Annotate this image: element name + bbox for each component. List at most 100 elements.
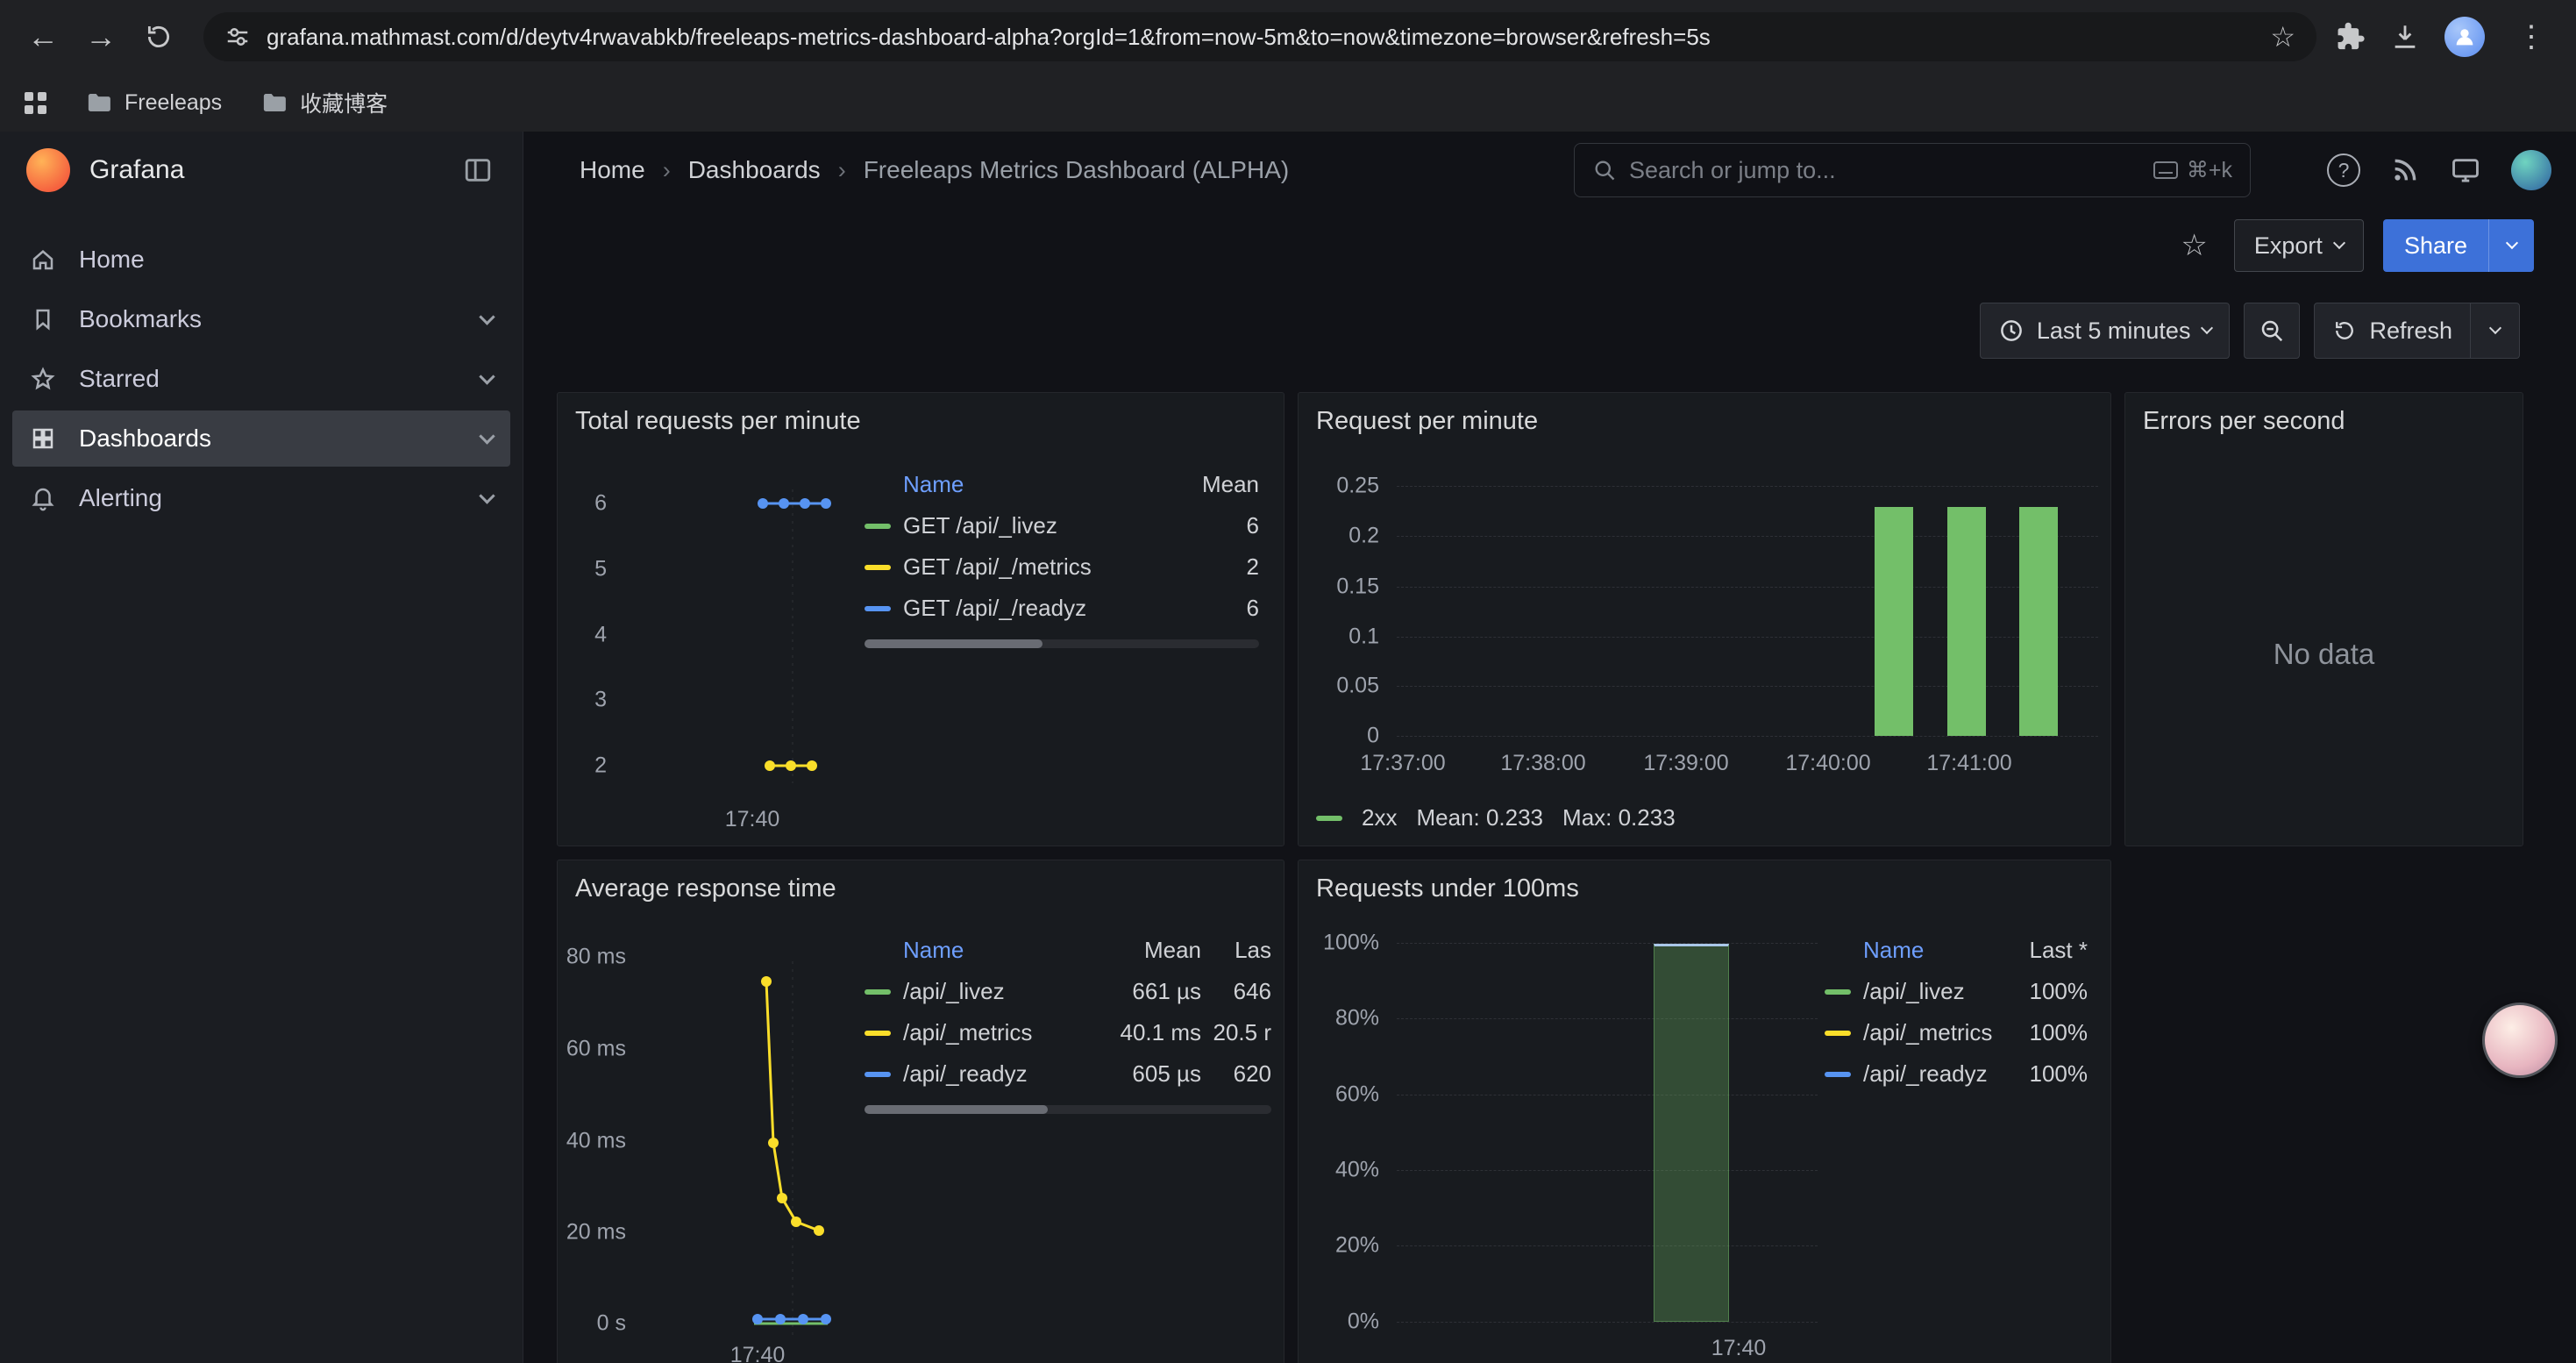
- forward-button[interactable]: →: [75, 11, 126, 62]
- bar[interactable]: [1875, 507, 1913, 736]
- legend-col-last[interactable]: Last *: [2009, 937, 2088, 964]
- sidebar-header: Grafana: [0, 132, 523, 209]
- dashboards-grid-icon: [30, 425, 56, 452]
- breadcrumb: Home › Dashboards › Freeleaps Metrics Da…: [580, 156, 1289, 184]
- scrollbar-thumb[interactable]: [865, 1105, 1048, 1114]
- legend-row[interactable]: GET /api/_/metrics 2: [865, 546, 1259, 588]
- series-max: Max: 0.233: [1562, 804, 1676, 831]
- share-split-button: Share: [2383, 219, 2534, 272]
- export-button[interactable]: Export: [2234, 219, 2364, 272]
- browser-menu-icon[interactable]: ⋮: [2509, 19, 2553, 54]
- panel-title[interactable]: Total requests per minute: [558, 393, 1284, 450]
- news-rss-icon[interactable]: [2390, 155, 2420, 185]
- downloads-icon[interactable]: [2390, 22, 2420, 52]
- refresh-interval-button[interactable]: [2471, 303, 2520, 359]
- legend-scrollbar[interactable]: [865, 639, 1259, 648]
- browser-toolbar: ← → grafana.mathmast.com/d/deytv4rwavabk…: [0, 0, 2576, 74]
- url-text[interactable]: grafana.mathmast.com/d/deytv4rwavabkb/fr…: [267, 24, 2254, 51]
- legend-row[interactable]: /api/_livez 100%: [1825, 971, 2088, 1012]
- breadcrumb-dashboards[interactable]: Dashboards: [688, 156, 821, 184]
- bar[interactable]: [1947, 507, 1986, 736]
- sidebar-nav: Home Bookmarks Starred: [0, 209, 523, 526]
- legend-row[interactable]: GET /api/_livez 6: [865, 505, 1259, 546]
- scrollbar-thumb[interactable]: [865, 639, 1042, 648]
- legend-row[interactable]: /api/_metrics 100%: [1825, 1012, 2088, 1053]
- y-axis: 6 5 4 3 2: [568, 393, 607, 846]
- chevron-down-icon[interactable]: [479, 488, 495, 503]
- bar[interactable]: [2019, 507, 2058, 736]
- legend-row[interactable]: /api/_livez 661 µs 646: [865, 971, 1271, 1012]
- legend-row[interactable]: /api/_readyz 605 µs 620: [865, 1053, 1271, 1095]
- site-settings-icon[interactable]: [224, 24, 251, 50]
- series-label[interactable]: 2xx: [1362, 804, 1397, 831]
- share-label: Share: [2404, 232, 2467, 260]
- share-button[interactable]: Share: [2383, 219, 2488, 272]
- legend-scrollbar[interactable]: [865, 1105, 1271, 1114]
- help-icon[interactable]: ?: [2327, 153, 2360, 187]
- sidebar-item-home[interactable]: Home: [12, 232, 510, 288]
- extensions-icon[interactable]: [2336, 22, 2366, 52]
- legend-row[interactable]: GET /api/_/readyz 6: [865, 588, 1259, 629]
- browser-profile-avatar[interactable]: [2444, 17, 2485, 57]
- zoom-out-button[interactable]: [2244, 303, 2300, 359]
- search-placeholder: Search or jump to...: [1629, 157, 2141, 184]
- sidebar-item-alerting[interactable]: Alerting: [12, 470, 510, 526]
- legend-col-name[interactable]: Name: [865, 471, 1189, 498]
- panel-title[interactable]: Request per minute: [1299, 393, 2110, 450]
- sidebar: Grafana Home Bookmarks: [0, 132, 523, 1363]
- address-bar[interactable]: grafana.mathmast.com/d/deytv4rwavabkb/fr…: [203, 12, 2316, 61]
- user-avatar[interactable]: [2511, 150, 2551, 190]
- apps-grid-icon[interactable]: [25, 92, 46, 114]
- favorite-star-icon[interactable]: ☆: [2181, 228, 2207, 263]
- sidebar-item-starred[interactable]: Starred: [12, 351, 510, 407]
- panel-title[interactable]: Errors per second: [2125, 393, 2523, 450]
- bar[interactable]: [1654, 944, 1729, 1322]
- folder-icon: [87, 91, 113, 114]
- sidebar-item-label: Home: [79, 246, 145, 274]
- bookmark-folder-freeleaps[interactable]: Freeleaps: [87, 90, 222, 116]
- assistant-avatar[interactable]: [2482, 1003, 2558, 1078]
- chevron-down-icon[interactable]: [479, 428, 495, 444]
- breadcrumb-separator: ›: [663, 157, 671, 184]
- chevron-down-icon[interactable]: [479, 368, 495, 384]
- series-mean: Mean: 0.233: [1416, 804, 1543, 831]
- legend-row[interactable]: /api/_metrics 40.1 ms 20.5 r: [865, 1012, 1271, 1053]
- sidebar-item-label: Alerting: [79, 484, 162, 512]
- legend-col-last[interactable]: Las: [1201, 937, 1271, 964]
- sidebar-item-label: Bookmarks: [79, 305, 202, 333]
- chevron-down-icon[interactable]: [479, 309, 495, 325]
- bell-icon: [30, 485, 56, 511]
- dock-menu-icon[interactable]: [463, 155, 493, 185]
- legend-col-name[interactable]: Name: [865, 937, 1105, 964]
- legend-row[interactable]: /api/_readyz 100%: [1825, 1053, 2088, 1095]
- sidebar-item-dashboards[interactable]: Dashboards: [12, 410, 510, 467]
- panel-title[interactable]: Requests under 100ms: [1299, 860, 2110, 917]
- back-button[interactable]: ←: [18, 11, 68, 62]
- time-range-picker[interactable]: Last 5 minutes: [1980, 303, 2231, 359]
- panel-errors-per-second: Errors per second No data: [2124, 392, 2523, 846]
- legend-col-name[interactable]: Name: [1825, 937, 2009, 964]
- folder-icon: [262, 91, 288, 114]
- bookmark-star-icon[interactable]: ☆: [2270, 20, 2295, 54]
- refresh-button[interactable]: [133, 11, 184, 62]
- legend-col-mean[interactable]: Mean: [1189, 471, 1259, 498]
- breadcrumb-home[interactable]: Home: [580, 156, 645, 184]
- bookmark-folder-blogs[interactable]: 收藏博客: [262, 87, 388, 118]
- monitor-icon[interactable]: [2450, 155, 2481, 185]
- grafana-logo[interactable]: [26, 148, 70, 192]
- legend-col-mean[interactable]: Mean: [1105, 937, 1201, 964]
- search-input[interactable]: Search or jump to... ⌘+k: [1574, 143, 2251, 197]
- bar-chart: 17:37:00 17:38:00 17:39:00 17:40:00 17:4…: [1397, 477, 2098, 775]
- share-menu-button[interactable]: [2488, 219, 2534, 272]
- browser-actions: ⋮: [2336, 17, 2558, 57]
- sidebar-item-bookmarks[interactable]: Bookmarks: [12, 291, 510, 347]
- panel-requests-under-100ms: Requests under 100ms 100% 80% 60% 40% 20…: [1298, 860, 2111, 1363]
- sidebar-item-label: Dashboards: [79, 425, 211, 453]
- refresh-icon: [2332, 318, 2357, 343]
- panel-title[interactable]: Average response time: [558, 860, 1284, 917]
- time-controls: Last 5 minutes Refresh: [1980, 303, 2520, 359]
- refresh-dashboard-button[interactable]: Refresh: [2314, 303, 2471, 359]
- series-color-icon: [865, 524, 891, 529]
- y-axis: 100% 80% 60% 40% 20% 0%: [1299, 860, 1379, 1363]
- zoom-out-icon: [2259, 318, 2285, 344]
